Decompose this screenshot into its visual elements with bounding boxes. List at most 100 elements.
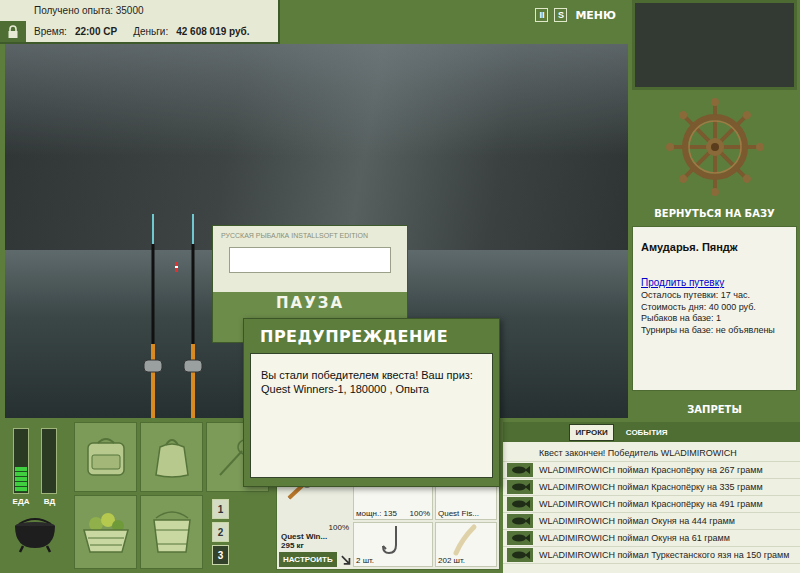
meter-fill — [15, 467, 27, 492]
arrow-icon[interactable] — [340, 554, 351, 566]
experience-text: Получено опыта: 35000 — [0, 0, 278, 21]
wheel-box[interactable] — [632, 90, 797, 205]
bag-icon — [146, 431, 198, 483]
money-label: Деньги: — [133, 26, 168, 37]
fish-box — [507, 497, 533, 511]
events-tab[interactable]: ИГРОКИ — [569, 424, 613, 441]
event-text: WLADIMIROWICH поймал Туркестанского язя … — [539, 550, 789, 560]
fish-box — [507, 446, 533, 460]
warning-dialog: ПРЕДУПРЕЖДЕНИЕВы стали победителем квест… — [243, 318, 500, 487]
meters-row: ЕДА ВД — [13, 428, 58, 506]
bans-button[interactable]: ЗАПРЕТЫ — [632, 401, 797, 418]
event-row: Квест закончен! Победитель WLADIMIROWICH — [503, 445, 800, 462]
hook-caption-row: 2 шт. — [354, 556, 432, 566]
time-label: Время: — [34, 26, 67, 37]
bag-tile[interactable] — [140, 422, 203, 492]
status-row: Время:22:00 СРДеньги:42 608 019 руб. — [0, 21, 278, 42]
meter-track — [13, 428, 29, 494]
event-text: WLADIMIROWICH поймал Окуня на 444 грамм — [539, 516, 735, 526]
pause-button[interactable]: II — [535, 8, 548, 22]
bucket-tile[interactable] — [140, 495, 203, 569]
reel-caption-row: мощн.: 135100% — [354, 509, 432, 519]
bait-icon — [448, 523, 484, 557]
event-row: WLADIMIROWICH поймал Туркестанского язя … — [503, 547, 800, 564]
rod-condition: 100% — [279, 523, 351, 532]
event-text: Квест закончен! Победитель WLADIMIROWICH — [539, 448, 737, 458]
info-line: Стоимость дня: 40 000 руб. — [641, 302, 788, 314]
event-row: WLADIMIROWICH поймал Окуня на 61 грамм — [503, 530, 800, 547]
configure-row: НАСТРОИТЬ — [279, 552, 351, 567]
lock-icon — [7, 25, 19, 39]
events-list: Квест закончен! Победитель WLADIMIROWICH… — [503, 442, 800, 573]
fish-box — [507, 463, 533, 477]
base-info-card: Амударья. Пяндж Продлить путевку Осталось … — [632, 226, 797, 391]
configure-button[interactable]: НАСТРОИТЬ — [279, 552, 337, 567]
info-line: Осталось путевки: 17 час. — [641, 290, 788, 302]
top-bar: Получено опыта: 35000Время:22:00 СРДеньг… — [0, 0, 628, 44]
rod-weight: 295 кг — [279, 541, 351, 550]
pot-box[interactable] — [9, 510, 61, 554]
extend-permit-link[interactable]: Продлить путевку — [641, 277, 788, 288]
event-row: WLADIMIROWICH поймал Краснопёрку на 267 … — [503, 462, 800, 479]
event-row: WLADIMIROWICH поймал Краснопёрку на 491 … — [503, 496, 800, 513]
bait-caption-row: 202 шт. — [436, 556, 496, 566]
events-tab[interactable]: СОБЫТИЯ — [620, 424, 674, 441]
page-button[interactable]: 2 — [212, 522, 229, 542]
meter: ЕДА — [13, 428, 30, 506]
money-value: 42 608 019 руб. — [176, 26, 249, 37]
right-column: ВЕРНУТЬСЯ НА БАЗУ Амударья. Пяндж Продлить… — [628, 0, 800, 418]
hook-slot[interactable]: 2 шт. — [353, 522, 433, 567]
fish-icon — [510, 499, 530, 509]
fish-icon — [510, 533, 530, 543]
event-text: WLADIMIROWICH поймал Краснопёрку на 267 … — [539, 465, 763, 475]
events-section: ИГРОКИСОБЫТИЯКвест закончен! Победитель … — [501, 418, 800, 573]
top-buttons: II S МЕНЮ — [535, 0, 628, 22]
return-to-base-button[interactable]: ВЕРНУТЬСЯ НА БАЗУ — [632, 205, 797, 222]
lock-button[interactable] — [0, 21, 26, 42]
reel-condition: 100% — [410, 509, 430, 518]
pause-label: ПАУЗА — [276, 294, 344, 312]
meter-label: ЕДА — [13, 497, 30, 506]
minimap-panel — [632, 0, 797, 90]
fish-icon — [510, 550, 530, 560]
ship-wheel-icon[interactable] — [663, 95, 767, 199]
rod-name: Quest Win... — [279, 532, 351, 541]
game-screen: Получено опыта: 35000Время:22:00 СРДеньг… — [0, 0, 800, 573]
page-button[interactable]: 1 — [212, 499, 229, 519]
page-button[interactable]: 3 — [212, 545, 229, 565]
event-row: WLADIMIROWICH поймал Краснопёрку на 335 … — [503, 479, 800, 496]
pause-field — [229, 247, 391, 273]
food-basket-icon — [78, 504, 134, 560]
bait-count: 202 шт. — [438, 556, 465, 565]
hook-image — [354, 523, 432, 556]
inventory-pages: 1 2 3 — [206, 495, 269, 569]
meter-track — [41, 428, 57, 494]
bucket-icon — [146, 504, 198, 560]
menu-button[interactable]: МЕНЮ — [573, 9, 618, 22]
fish-icon — [510, 516, 530, 526]
fish-box — [507, 531, 533, 545]
fish-box — [507, 480, 533, 494]
event-row: WLADIMIROWICH поймал Окуня на 444 грамм — [503, 513, 800, 530]
backpack-icon — [80, 431, 132, 483]
info-line: Рыбаков на базе: 1 — [641, 313, 788, 325]
pot-icon[interactable] — [9, 510, 61, 554]
backpack-tile[interactable] — [74, 422, 137, 492]
event-text: WLADIMIROWICH поймал Окуня на 61 грамм — [539, 533, 730, 543]
event-text: WLADIMIROWICH поймал Краснопёрку на 491 … — [539, 499, 763, 509]
pause-header: РУССКАЯ РЫБАЛКА INSTALLSOFT EDITION — [213, 226, 407, 292]
hud-panel: Получено опыта: 35000Время:22:00 СРДеньг… — [0, 0, 280, 44]
event-text: WLADIMIROWICH поймал Краснопёрку на 335 … — [539, 482, 763, 492]
meter: ВД — [41, 428, 57, 506]
meters-section: ЕДА ВД — [0, 418, 70, 573]
fish-box — [507, 548, 533, 562]
fish-icon — [510, 482, 530, 492]
location-title: Амударья. Пяндж — [641, 241, 788, 253]
food-tile[interactable] — [74, 495, 137, 569]
rods-icon[interactable] — [135, 214, 215, 418]
bait-slot[interactable]: 202 шт. — [435, 522, 497, 567]
hook-icon — [378, 523, 408, 557]
dialog-title: ПРЕДУПРЕЖДЕНИЕ — [250, 319, 493, 353]
sound-button[interactable]: S — [554, 8, 567, 22]
info-line: Турниры на базе: не объявлены — [641, 325, 788, 337]
